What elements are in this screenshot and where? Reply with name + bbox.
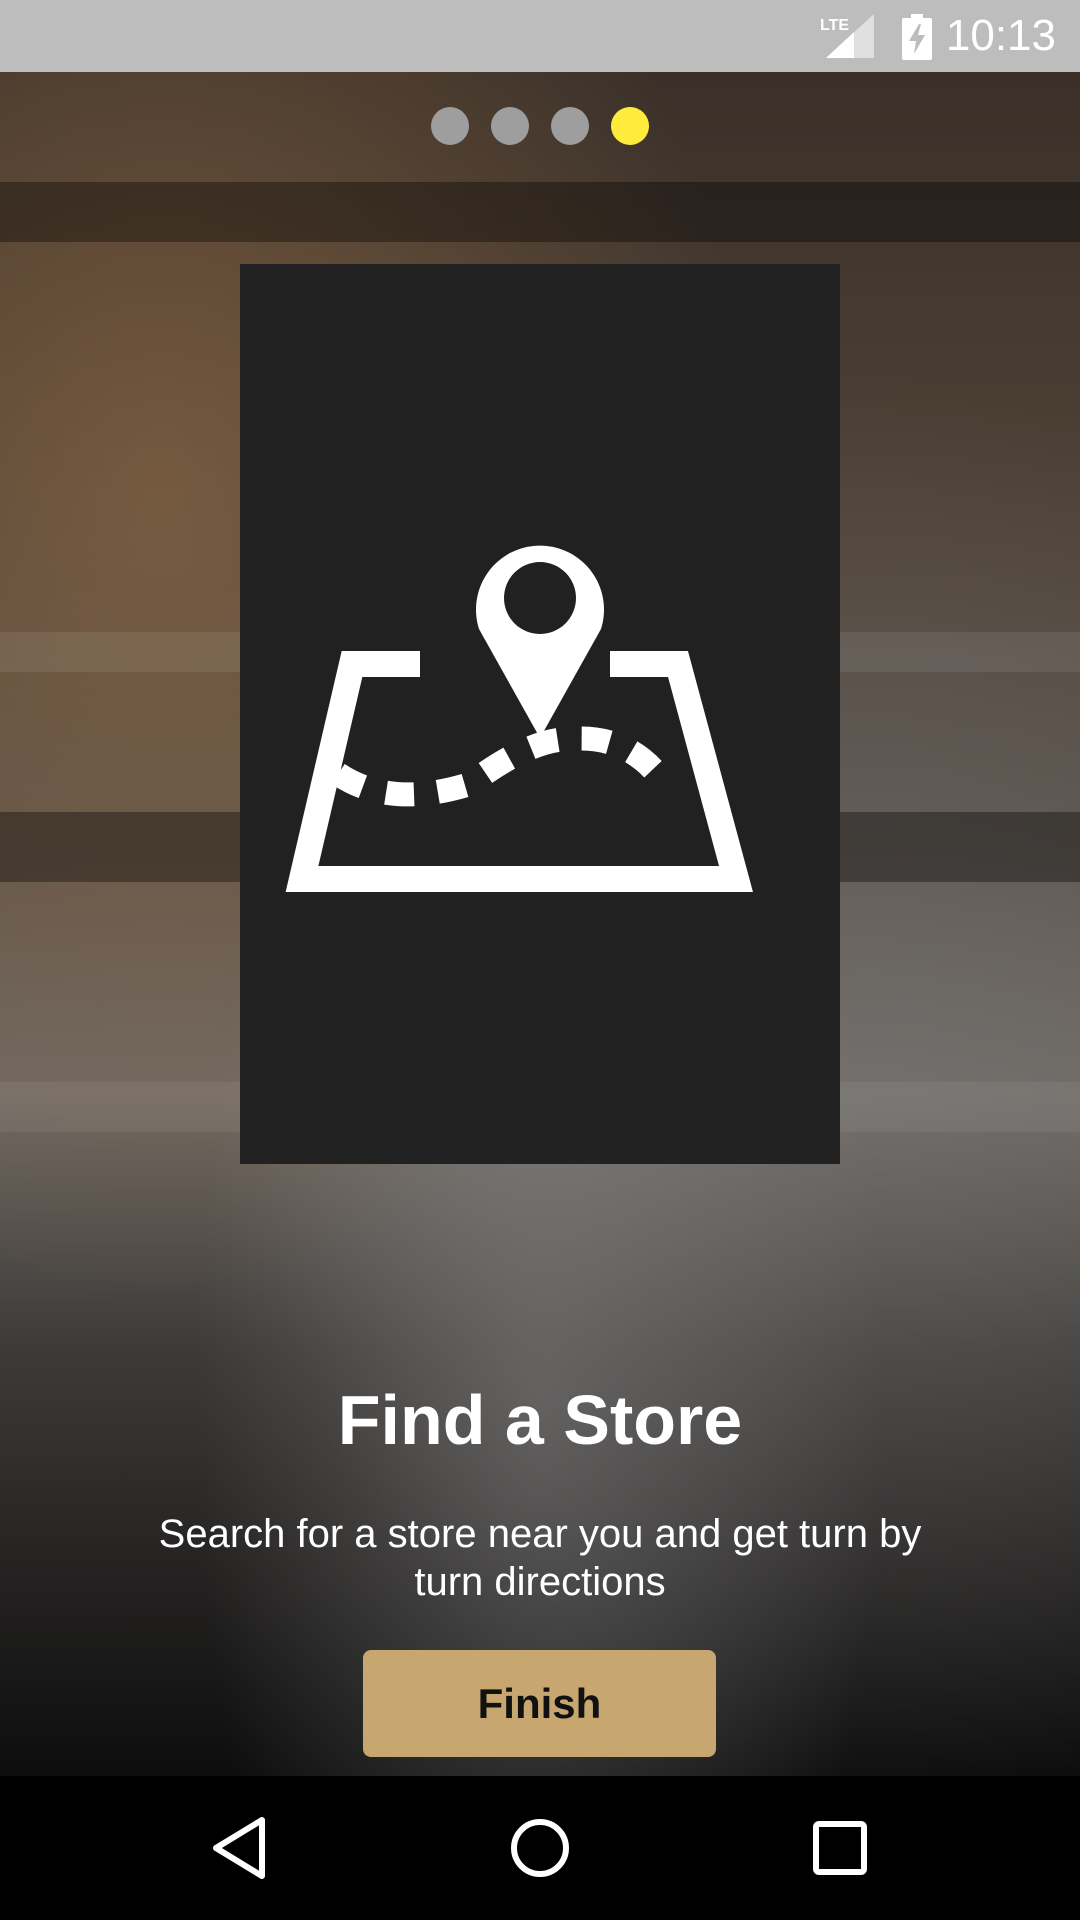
navigation-bar — [0, 1776, 1080, 1920]
home-icon[interactable] — [502, 1810, 578, 1886]
page-dot-2[interactable] — [491, 107, 529, 145]
svg-text:LTE: LTE — [820, 17, 849, 34]
map-location-pin-icon — [285, 545, 753, 892]
lte-signal-icon: LTE — [818, 14, 874, 63]
illustration-card — [240, 264, 840, 1164]
page-dot-1[interactable] — [431, 107, 469, 145]
page-indicator — [0, 107, 1080, 145]
back-icon[interactable] — [202, 1810, 278, 1886]
page-dot-4-active[interactable] — [611, 107, 649, 145]
page-dot-3[interactable] — [551, 107, 589, 145]
finish-button[interactable]: Finish — [363, 1650, 716, 1757]
page-description: Search for a store near you and get turn… — [158, 1512, 922, 1604]
status-bar: LTE 10:13 — [0, 0, 1080, 72]
recents-icon[interactable] — [802, 1810, 878, 1886]
battery-charging-icon — [902, 14, 932, 65]
page-title: Find a Store — [337, 1381, 743, 1459]
status-time: 10:13 — [945, 11, 1056, 60]
